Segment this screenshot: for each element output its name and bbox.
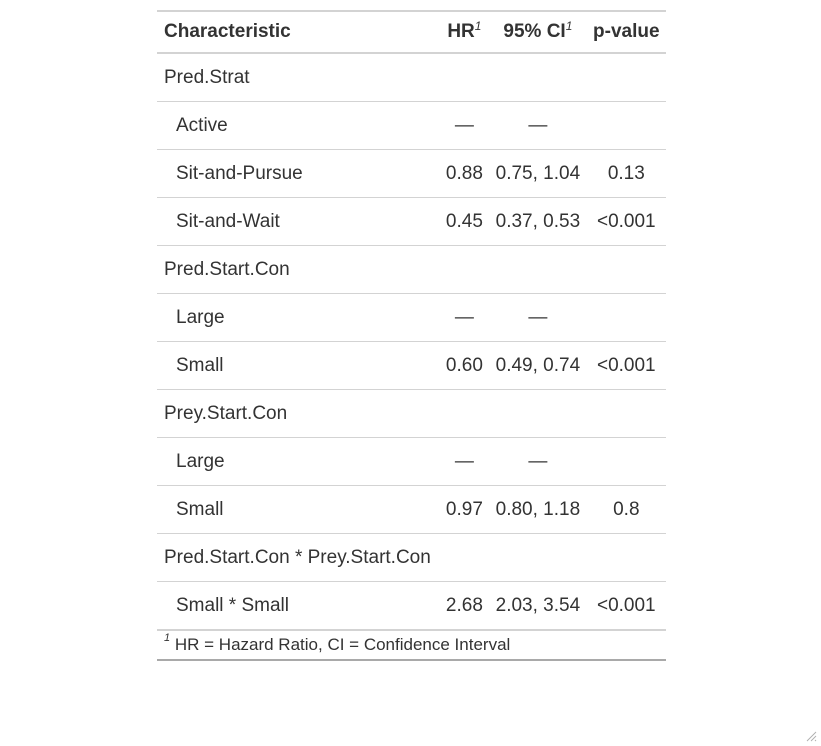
row-ci: 0.75, 1.04 — [489, 149, 587, 198]
row-hr — [439, 245, 490, 294]
row-pvalue: <0.001 — [586, 581, 666, 631]
row-pvalue — [586, 245, 666, 294]
row-label: Pred.Start.Con * Prey.Start.Con — [157, 533, 440, 582]
table-row: Large — — — [157, 293, 666, 342]
row-pvalue: <0.001 — [586, 341, 666, 390]
row-hr: — — [439, 437, 490, 486]
row-ci — [489, 389, 587, 438]
table-footnote: 1 HR = Hazard Ratio, CI = Confidence Int… — [157, 631, 666, 661]
table-row-group: Pred.Strat — [157, 53, 666, 102]
row-hr — [439, 53, 490, 102]
row-hr: 0.60 — [439, 341, 490, 390]
row-ci — [489, 53, 587, 102]
results-table: Characteristic HR1 95% CI1 p-value Pred.… — [157, 10, 666, 631]
row-ci — [489, 533, 587, 582]
resize-grip-icon[interactable] — [805, 730, 817, 742]
row-pvalue — [586, 101, 666, 150]
row-label: Sit-and-Wait — [157, 197, 440, 246]
row-label: Active — [157, 101, 440, 150]
row-label: Large — [157, 437, 440, 486]
footnote-mark: 1 — [164, 632, 171, 644]
row-ci: 0.80, 1.18 — [489, 485, 587, 534]
row-hr: 0.97 — [439, 485, 490, 534]
table-row: Active — — — [157, 101, 666, 150]
row-hr — [439, 389, 490, 438]
row-pvalue — [586, 389, 666, 438]
row-pvalue — [586, 53, 666, 102]
row-pvalue — [586, 437, 666, 486]
row-hr: — — [439, 101, 490, 150]
table-row-group: Prey.Start.Con — [157, 389, 666, 438]
row-pvalue: 0.13 — [586, 149, 666, 198]
footnote-text: HR = Hazard Ratio, CI = Confidence Inter… — [174, 635, 511, 654]
row-ci — [489, 245, 587, 294]
row-hr: — — [439, 293, 490, 342]
header-ci-footnote-mark: 1 — [565, 19, 573, 33]
row-pvalue: <0.001 — [586, 197, 666, 246]
row-pvalue — [586, 293, 666, 342]
row-label: Small — [157, 485, 440, 534]
table-row-group: Pred.Start.Con * Prey.Start.Con — [157, 533, 666, 582]
row-label: Prey.Start.Con — [157, 389, 440, 438]
row-label: Small — [157, 341, 440, 390]
row-label: Sit-and-Pursue — [157, 149, 440, 198]
header-hr: HR1 — [447, 19, 482, 42]
row-hr: 0.88 — [439, 149, 490, 198]
table-row: Large — — — [157, 437, 666, 486]
row-ci: 2.03, 3.54 — [489, 581, 587, 631]
row-hr: 2.68 — [439, 581, 490, 631]
header-hr-footnote-mark: 1 — [474, 19, 482, 33]
row-ci: 0.37, 0.53 — [489, 197, 587, 246]
table-header-row: Characteristic HR1 95% CI1 p-value — [157, 11, 666, 53]
row-ci: — — [489, 293, 587, 342]
row-label: Large — [157, 293, 440, 342]
row-label: Small * Small — [157, 581, 440, 631]
row-hr — [439, 533, 490, 582]
header-pvalue: p-value — [593, 21, 660, 42]
table-row: Small * Small 2.68 2.03, 3.54 <0.001 — [157, 581, 666, 631]
table-row: Small 0.97 0.80, 1.18 0.8 — [157, 485, 666, 534]
row-ci: — — [489, 101, 587, 150]
table-row: Small 0.60 0.49, 0.74 <0.001 — [157, 341, 666, 390]
table-row: Sit-and-Pursue 0.88 0.75, 1.04 0.13 — [157, 149, 666, 198]
table-row: Sit-and-Wait 0.45 0.37, 0.53 <0.001 — [157, 197, 666, 246]
results-table-container: Characteristic HR1 95% CI1 p-value Pred.… — [157, 10, 666, 661]
row-label: Pred.Start.Con — [157, 245, 440, 294]
row-hr: 0.45 — [439, 197, 490, 246]
row-ci: 0.49, 0.74 — [489, 341, 587, 390]
table-row-group: Pred.Start.Con — [157, 245, 666, 294]
row-label: Pred.Strat — [157, 53, 440, 102]
row-ci: — — [489, 437, 587, 486]
row-pvalue: 0.8 — [586, 485, 666, 534]
header-ci: 95% CI1 — [503, 19, 573, 42]
row-pvalue — [586, 533, 666, 582]
header-characteristic: Characteristic — [164, 21, 291, 42]
